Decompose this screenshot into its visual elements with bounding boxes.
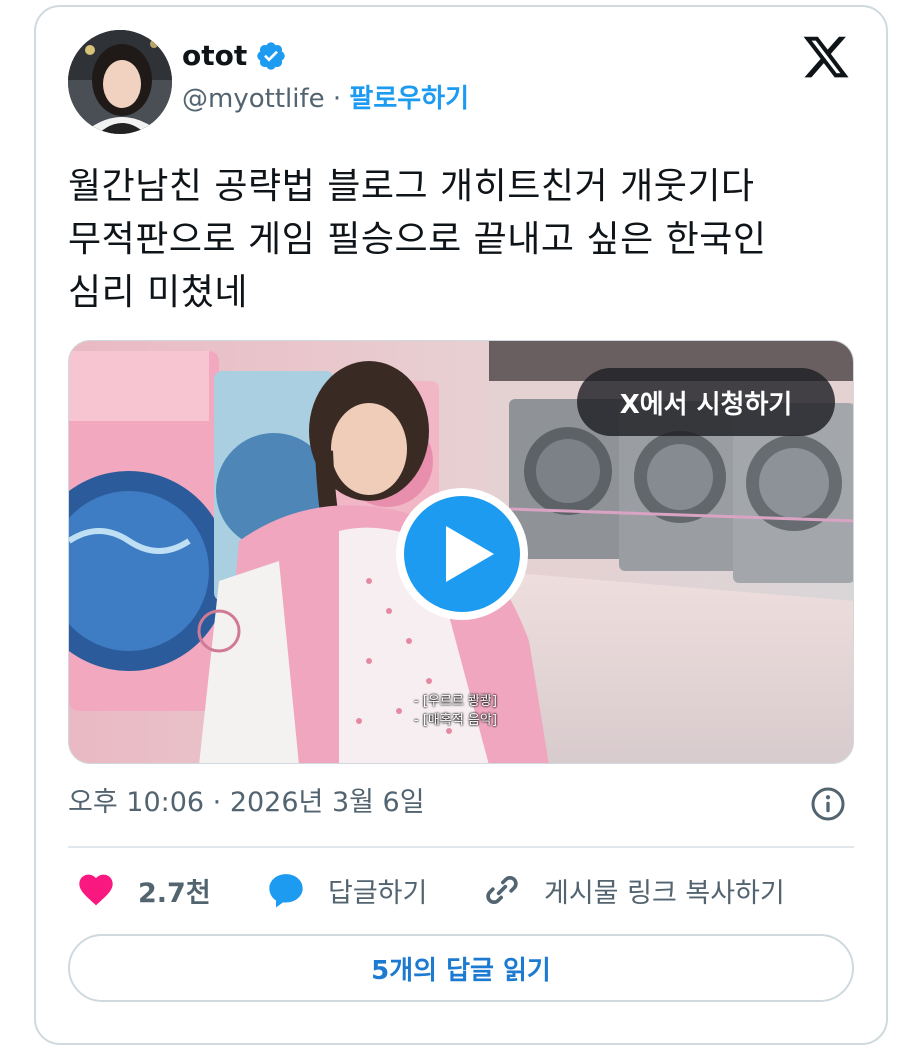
handle-separator: · — [324, 84, 350, 114]
tweet-text: 월간남친 공략법 블로그 개히트친거 개웃기다 무적판으로 게임 필승으로 끝내… — [68, 160, 858, 319]
info-icon[interactable] — [810, 786, 846, 822]
copy-link-button[interactable]: 게시물 링크 복사하기 — [482, 868, 785, 912]
speech-bubble-icon — [269, 874, 303, 908]
heart-icon — [79, 874, 113, 906]
avatar[interactable] — [68, 30, 172, 134]
x-logo-icon[interactable] — [800, 32, 852, 82]
caption-line: - [매혹적 음악] — [414, 713, 497, 728]
divider — [68, 846, 854, 848]
tweet-text-line: 무적판으로 게임 필승으로 끝내고 싶은 한국인 — [68, 219, 767, 260]
watch-on-x-button[interactable]: X에서 시청하기 — [577, 368, 835, 436]
like-count: 2.7천 — [138, 877, 211, 909]
author-handle[interactable]: @myottlife — [182, 84, 325, 114]
caption-line: - [우르르 쾅쾅] — [414, 694, 497, 709]
avatar-photo — [68, 30, 172, 134]
tweet-timestamp[interactable]: 오후 10:06 · 2026년 3월 6일 — [68, 786, 425, 820]
copy-link-label: 게시물 링크 복사하기 — [544, 877, 785, 909]
play-icon[interactable] — [392, 484, 532, 624]
read-replies-button[interactable]: 5개의 답글 읽기 — [68, 934, 854, 1002]
reply-button[interactable]: 답글하기 — [266, 868, 427, 912]
follow-button[interactable]: 팔로우하기 — [349, 84, 469, 114]
author-name[interactable]: otot — [182, 42, 247, 70]
tweet-text-line: 심리 미쳤네 — [68, 272, 249, 313]
link-icon — [486, 876, 518, 904]
author-name-row[interactable]: otot — [182, 40, 287, 72]
tweet-text-line: 월간남친 공략법 블로그 개히트친거 개웃기다 — [68, 166, 755, 207]
reply-label: 답글하기 — [328, 877, 428, 909]
like-button[interactable]: 2.7천 — [76, 868, 211, 912]
handle-row: @myottlife · 팔로우하기 — [182, 86, 469, 112]
video-caption: - [우르르 쾅쾅] - [매혹적 음악] — [414, 692, 497, 730]
verified-badge-icon — [257, 42, 285, 70]
